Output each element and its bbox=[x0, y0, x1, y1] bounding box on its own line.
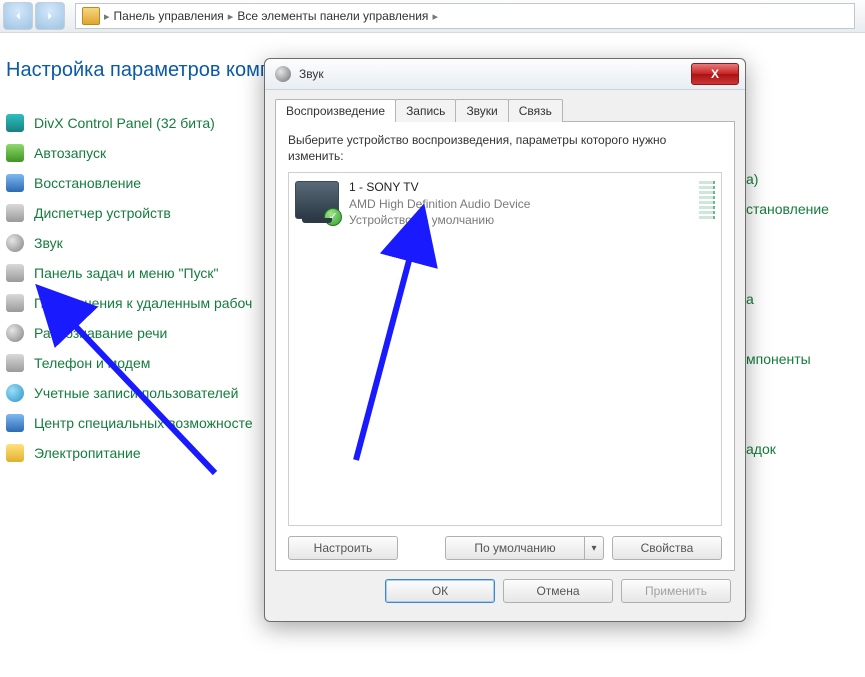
cp-item-label[interactable]: Восстановление bbox=[34, 175, 141, 191]
sound-tab-body: Выберите устройство воспроизведения, пар… bbox=[275, 121, 735, 571]
device-driver: AMD High Definition Audio Device bbox=[349, 196, 530, 212]
power-icon bbox=[6, 444, 24, 462]
cp-item-clipped[interactable]: адок bbox=[746, 434, 865, 464]
tab-playback[interactable]: Воспроизведение bbox=[275, 99, 396, 122]
tab-communications[interactable]: Связь bbox=[508, 99, 563, 122]
device-row[interactable]: ✓ 1 - SONY TV AMD High Definition Audio … bbox=[295, 179, 715, 228]
taskbar-icon bbox=[6, 264, 24, 282]
cp-item-label[interactable]: Электропитание bbox=[34, 445, 141, 461]
sound-title: Звук bbox=[299, 67, 324, 81]
close-button[interactable]: X bbox=[691, 63, 739, 85]
cp-item-label[interactable]: Центр специальных возможносте bbox=[34, 415, 253, 431]
autoplay-icon bbox=[6, 144, 24, 162]
cp-item-label[interactable]: Автозапуск bbox=[34, 145, 106, 161]
apply-button[interactable]: Применить bbox=[621, 579, 731, 603]
close-icon: X bbox=[711, 67, 719, 81]
sound-dialog: Звук X Воспроизведение Запись Звуки Связ… bbox=[264, 58, 746, 622]
device-text: 1 - SONY TV AMD High Definition Audio De… bbox=[349, 179, 530, 228]
sound-tabs: Воспроизведение Запись Звуки Связь bbox=[265, 90, 745, 121]
cp-item-clipped[interactable]: мпоненты bbox=[746, 344, 865, 374]
monitor-icon: ✓ bbox=[295, 181, 339, 219]
cp-item-label[interactable]: Диспетчер устройств bbox=[34, 205, 171, 221]
cp-item-clipped[interactable]: становление bbox=[746, 194, 865, 224]
phone-icon bbox=[6, 354, 24, 372]
remote-icon bbox=[6, 294, 24, 312]
speaker-icon bbox=[275, 66, 291, 82]
level-meter-icon bbox=[699, 179, 715, 219]
chevron-right-icon: ▸ bbox=[432, 10, 438, 23]
tab-recording[interactable]: Запись bbox=[395, 99, 456, 122]
arrow-right-icon bbox=[43, 9, 57, 23]
properties-button[interactable]: Свойства bbox=[612, 536, 722, 560]
device-buttons-row: Настроить По умолчанию ▾ Свойства bbox=[288, 536, 722, 560]
dialog-action-row: ОК Отмена Применить bbox=[265, 579, 745, 615]
users-icon bbox=[6, 384, 24, 402]
cp-item-label[interactable]: Телефон и модем bbox=[34, 355, 150, 371]
cp-item-label[interactable]: DivX Control Panel (32 бита) bbox=[34, 115, 215, 131]
sound-titlebar[interactable]: Звук X bbox=[265, 59, 745, 90]
cp-item-label[interactable]: Распознавание речи bbox=[34, 325, 167, 341]
check-icon: ✓ bbox=[324, 208, 342, 226]
address-bar[interactable]: ▸ Панель управления ▸ Все элементы панел… bbox=[75, 3, 855, 29]
control-panel-icon bbox=[82, 7, 100, 25]
chevron-down-icon[interactable]: ▾ bbox=[585, 536, 604, 560]
divx-icon bbox=[6, 114, 24, 132]
breadcrumb-item[interactable]: Панель управления bbox=[114, 9, 224, 23]
cp-item-label[interactable]: Подключения к удаленным рабоч bbox=[34, 295, 252, 311]
accessibility-icon bbox=[6, 414, 24, 432]
device-manager-icon bbox=[6, 204, 24, 222]
arrow-left-icon bbox=[11, 9, 25, 23]
device-name: 1 - SONY TV bbox=[349, 179, 530, 195]
set-default-splitbutton[interactable]: По умолчанию ▾ bbox=[445, 536, 604, 560]
breadcrumb-item[interactable]: Все элементы панели управления bbox=[237, 9, 428, 23]
tab-sounds[interactable]: Звуки bbox=[455, 99, 508, 122]
set-default-button[interactable]: По умолчанию bbox=[445, 536, 585, 560]
sound-instruction: Выберите устройство воспроизведения, пар… bbox=[288, 132, 722, 164]
configure-button[interactable]: Настроить bbox=[288, 536, 398, 560]
device-listbox[interactable]: ✓ 1 - SONY TV AMD High Definition Audio … bbox=[288, 172, 722, 526]
cp-item-label[interactable]: Учетные записи пользователей bbox=[34, 385, 238, 401]
cp-item-label[interactable]: Панель задач и меню "Пуск" bbox=[34, 265, 219, 281]
nav-back-button[interactable] bbox=[3, 2, 33, 30]
sound-icon bbox=[6, 234, 24, 252]
chevron-right-icon: ▸ bbox=[228, 10, 234, 23]
device-status: Устройство по умолчанию bbox=[349, 212, 530, 228]
cancel-button[interactable]: Отмена bbox=[503, 579, 613, 603]
nav-forward-button[interactable] bbox=[35, 2, 65, 30]
speech-icon bbox=[6, 324, 24, 342]
chevron-right-icon: ▸ bbox=[104, 10, 110, 23]
ok-button[interactable]: ОК bbox=[385, 579, 495, 603]
cp-item-label[interactable]: Звук bbox=[34, 235, 63, 251]
explorer-navbar: ▸ Панель управления ▸ Все элементы панел… bbox=[0, 0, 865, 33]
cp-item-clipped[interactable]: а bbox=[746, 284, 865, 314]
cp-item-clipped[interactable]: а) bbox=[746, 164, 865, 194]
recovery-icon bbox=[6, 174, 24, 192]
right-column-clipped: а) становление а мпоненты адок bbox=[746, 164, 865, 464]
